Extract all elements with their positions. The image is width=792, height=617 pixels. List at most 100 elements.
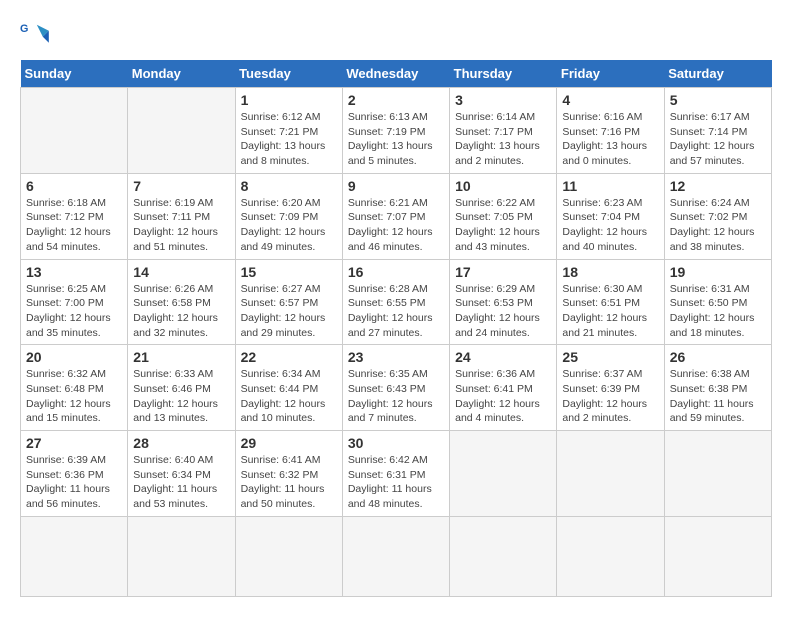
calendar-cell: 14 Sunrise: 6:26 AMSunset: 6:58 PMDayligh… [128, 259, 235, 345]
day-info: Sunrise: 6:39 AMSunset: 6:36 PMDaylight:… [26, 454, 110, 510]
calendar-cell: 25 Sunrise: 6:37 AMSunset: 6:39 PMDayligh… [557, 345, 664, 431]
day-number: 16 [348, 264, 444, 280]
day-number: 10 [455, 178, 551, 194]
day-info: Sunrise: 6:41 AMSunset: 6:32 PMDaylight:… [241, 454, 325, 510]
calendar-cell [450, 431, 557, 517]
day-info: Sunrise: 6:16 AMSunset: 7:16 PMDaylight:… [562, 111, 647, 167]
calendar-week-5 [21, 516, 772, 596]
calendar-cell [21, 516, 128, 596]
calendar-cell [664, 431, 771, 517]
calendar-cell: 29 Sunrise: 6:41 AMSunset: 6:32 PMDayligh… [235, 431, 342, 517]
day-info: Sunrise: 6:36 AMSunset: 6:41 PMDaylight:… [455, 368, 540, 424]
day-number: 8 [241, 178, 337, 194]
day-info: Sunrise: 6:33 AMSunset: 6:46 PMDaylight:… [133, 368, 218, 424]
day-number: 18 [562, 264, 658, 280]
calendar-cell: 30 Sunrise: 6:42 AMSunset: 6:31 PMDayligh… [342, 431, 449, 517]
calendar-week-0: 1 Sunrise: 6:12 AMSunset: 7:21 PMDaylight… [21, 88, 772, 174]
day-info: Sunrise: 6:30 AMSunset: 6:51 PMDaylight:… [562, 283, 647, 339]
day-info: Sunrise: 6:35 AMSunset: 6:43 PMDaylight:… [348, 368, 433, 424]
calendar-cell: 10Sunrise: 6:22 AMSunset: 7:05 PMDayligh… [450, 173, 557, 259]
weekday-header-tuesday: Tuesday [235, 60, 342, 88]
svg-text:G: G [20, 23, 28, 35]
day-info: Sunrise: 6:32 AMSunset: 6:48 PMDaylight:… [26, 368, 111, 424]
calendar-cell: 27Sunrise: 6:39 AMSunset: 6:36 PMDayligh… [21, 431, 128, 517]
day-info: Sunrise: 6:31 AMSunset: 6:50 PMDaylight:… [670, 283, 755, 339]
day-number: 1 [241, 92, 337, 108]
calendar-cell: 4 Sunrise: 6:16 AMSunset: 7:16 PMDaylight… [557, 88, 664, 174]
day-info: Sunrise: 6:12 AMSunset: 7:21 PMDaylight:… [241, 111, 326, 167]
day-number: 28 [133, 435, 229, 451]
calendar-cell: 9 Sunrise: 6:21 AMSunset: 7:07 PMDaylight… [342, 173, 449, 259]
day-info: Sunrise: 6:26 AMSunset: 6:58 PMDaylight:… [133, 283, 218, 339]
calendar-cell: 19Sunrise: 6:31 AMSunset: 6:50 PMDayligh… [664, 259, 771, 345]
day-info: Sunrise: 6:27 AMSunset: 6:57 PMDaylight:… [241, 283, 326, 339]
calendar-cell: 5 Sunrise: 6:17 AMSunset: 7:14 PMDaylight… [664, 88, 771, 174]
calendar-cell: 23 Sunrise: 6:35 AMSunset: 6:43 PMDayligh… [342, 345, 449, 431]
day-number: 5 [670, 92, 766, 108]
day-info: Sunrise: 6:42 AMSunset: 6:31 PMDaylight:… [348, 454, 432, 510]
calendar-cell: 15 Sunrise: 6:27 AMSunset: 6:57 PMDayligh… [235, 259, 342, 345]
day-number: 25 [562, 349, 658, 365]
day-number: 24 [455, 349, 551, 365]
calendar-cell [557, 516, 664, 596]
day-info: Sunrise: 6:29 AMSunset: 6:53 PMDaylight:… [455, 283, 540, 339]
day-info: Sunrise: 6:37 AMSunset: 6:39 PMDaylight:… [562, 368, 647, 424]
day-number: 15 [241, 264, 337, 280]
calendar-week-4: 27Sunrise: 6:39 AMSunset: 6:36 PMDayligh… [21, 431, 772, 517]
weekday-header-friday: Friday [557, 60, 664, 88]
calendar-cell: 17Sunrise: 6:29 AMSunset: 6:53 PMDayligh… [450, 259, 557, 345]
calendar-cell: 3 Sunrise: 6:14 AMSunset: 7:17 PMDaylight… [450, 88, 557, 174]
day-number: 14 [133, 264, 229, 280]
day-info: Sunrise: 6:34 AMSunset: 6:44 PMDaylight:… [241, 368, 326, 424]
calendar-cell [235, 516, 342, 596]
calendar-cell: 26 Sunrise: 6:38 AMSunset: 6:38 PMDayligh… [664, 345, 771, 431]
day-info: Sunrise: 6:25 AMSunset: 7:00 PMDaylight:… [26, 283, 111, 339]
day-number: 21 [133, 349, 229, 365]
day-number: 3 [455, 92, 551, 108]
calendar-cell: 12Sunrise: 6:24 AMSunset: 7:02 PMDayligh… [664, 173, 771, 259]
calendar-week-1: 6 Sunrise: 6:18 AMSunset: 7:12 PMDaylight… [21, 173, 772, 259]
calendar-cell [342, 516, 449, 596]
calendar-cell: 21 Sunrise: 6:33 AMSunset: 6:46 PMDayligh… [128, 345, 235, 431]
calendar-cell: 18 Sunrise: 6:30 AMSunset: 6:51 PMDayligh… [557, 259, 664, 345]
calendar-cell [128, 516, 235, 596]
weekday-header-monday: Monday [128, 60, 235, 88]
calendar-cell: 22Sunrise: 6:34 AMSunset: 6:44 PMDayligh… [235, 345, 342, 431]
logo-icon: G [20, 20, 50, 50]
logo: G [20, 20, 54, 50]
day-number: 7 [133, 178, 229, 194]
calendar-cell [557, 431, 664, 517]
calendar-table: SundayMondayTuesdayWednesdayThursdayFrid… [20, 60, 772, 597]
calendar-cell [450, 516, 557, 596]
day-number: 13 [26, 264, 122, 280]
day-info: Sunrise: 6:17 AMSunset: 7:14 PMDaylight:… [670, 111, 755, 167]
calendar-cell: 7Sunrise: 6:19 AMSunset: 7:11 PMDaylight… [128, 173, 235, 259]
day-number: 2 [348, 92, 444, 108]
day-info: Sunrise: 6:24 AMSunset: 7:02 PMDaylight:… [670, 197, 755, 253]
day-number: 6 [26, 178, 122, 194]
day-number: 4 [562, 92, 658, 108]
calendar-cell: 8Sunrise: 6:20 AMSunset: 7:09 PMDaylight… [235, 173, 342, 259]
calendar-cell: 16Sunrise: 6:28 AMSunset: 6:55 PMDayligh… [342, 259, 449, 345]
calendar-cell: 28Sunrise: 6:40 AMSunset: 6:34 PMDayligh… [128, 431, 235, 517]
calendar-cell: 2Sunrise: 6:13 AMSunset: 7:19 PMDaylight… [342, 88, 449, 174]
calendar-cell [21, 88, 128, 174]
weekday-header-sunday: Sunday [21, 60, 128, 88]
calendar-cell: 20Sunrise: 6:32 AMSunset: 6:48 PMDayligh… [21, 345, 128, 431]
day-info: Sunrise: 6:18 AMSunset: 7:12 PMDaylight:… [26, 197, 111, 253]
day-number: 30 [348, 435, 444, 451]
day-number: 26 [670, 349, 766, 365]
day-info: Sunrise: 6:38 AMSunset: 6:38 PMDaylight:… [670, 368, 754, 424]
weekday-header-thursday: Thursday [450, 60, 557, 88]
weekday-header-saturday: Saturday [664, 60, 771, 88]
weekday-header-wednesday: Wednesday [342, 60, 449, 88]
weekday-header-row: SundayMondayTuesdayWednesdayThursdayFrid… [21, 60, 772, 88]
calendar-cell: 1 Sunrise: 6:12 AMSunset: 7:21 PMDaylight… [235, 88, 342, 174]
day-info: Sunrise: 6:14 AMSunset: 7:17 PMDaylight:… [455, 111, 540, 167]
day-number: 29 [241, 435, 337, 451]
day-number: 9 [348, 178, 444, 194]
day-number: 11 [562, 178, 658, 194]
day-info: Sunrise: 6:21 AMSunset: 7:07 PMDaylight:… [348, 197, 433, 253]
day-number: 23 [348, 349, 444, 365]
calendar-cell: 6 Sunrise: 6:18 AMSunset: 7:12 PMDaylight… [21, 173, 128, 259]
